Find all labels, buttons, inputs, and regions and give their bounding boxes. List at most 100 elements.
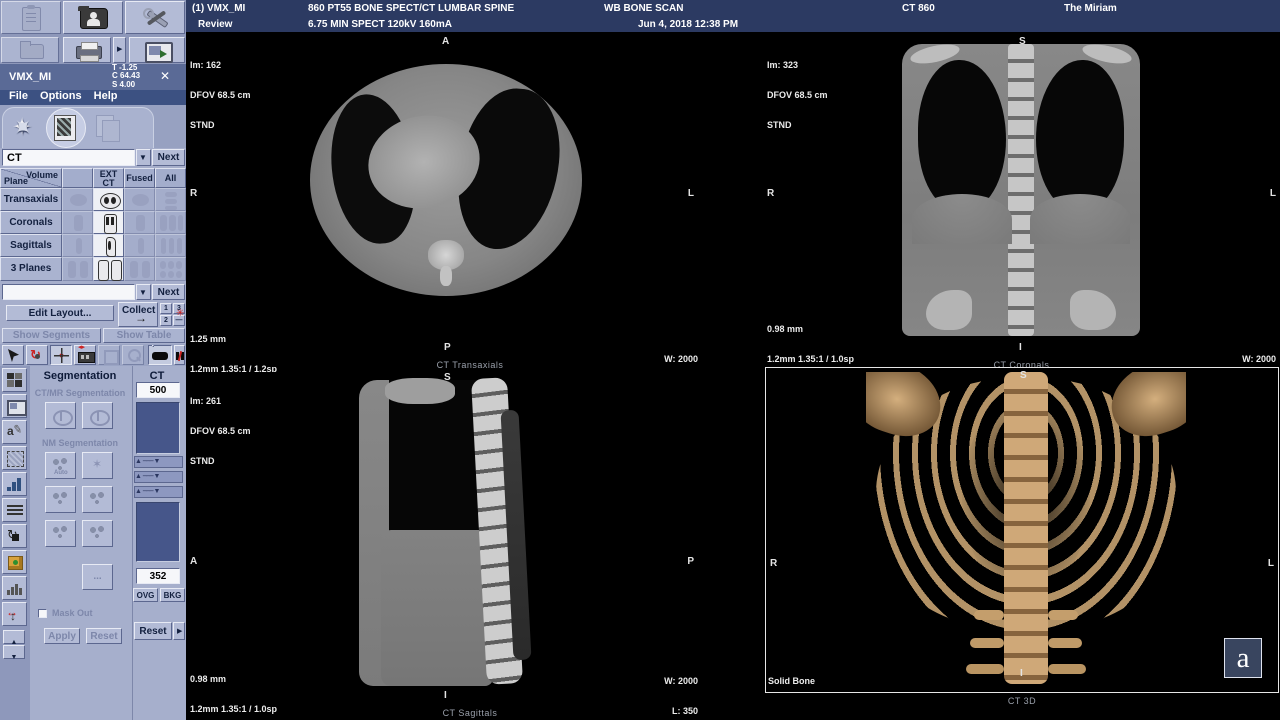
apply-button[interactable]: Apply — [44, 628, 80, 644]
collect-cell-2[interactable]: 2 — [160, 315, 172, 326]
spinner-down-icon[interactable]: ▼ — [153, 488, 160, 495]
close-icon[interactable]: ✕ — [160, 69, 170, 83]
spinner-down-icon[interactable]: ▼ — [153, 473, 160, 480]
capture-tab[interactable] — [2, 394, 27, 418]
pan-move-tab[interactable]: ↔ ↕ — [2, 602, 27, 626]
thumb-3planes-extct-selected[interactable] — [93, 257, 124, 281]
series-select-input[interactable] — [2, 149, 135, 166]
thumb-coronals-all[interactable] — [155, 211, 186, 234]
ct-lower-threshold-value[interactable]: 352 — [136, 568, 180, 584]
utilities-button[interactable] — [125, 1, 185, 34]
viewport-ct-3d[interactable]: S R L I Solid Bone a CT 3D — [765, 367, 1279, 693]
tab-copy-disabled[interactable] — [92, 113, 122, 143]
print-button[interactable] — [63, 37, 111, 63]
viewport-ct-coronals[interactable]: Im: 323 DFOV 68.5 cm STND S R L 0.98 mm … — [763, 36, 1280, 370]
cube-render-tab[interactable] — [2, 550, 27, 574]
menu-file[interactable]: File — [9, 90, 28, 102]
patient-browser-button[interactable] — [63, 1, 123, 34]
nm-seg-button-4[interactable] — [82, 486, 113, 513]
menu-help[interactable]: Help — [94, 90, 118, 102]
thumb-coronals-fused[interactable] — [124, 211, 155, 234]
thumb-sagittals-all[interactable] — [155, 234, 186, 257]
roi-tab[interactable] — [2, 446, 27, 470]
thumb-sagittals-extct-selected[interactable] — [93, 234, 124, 257]
nm-seg-button-5[interactable] — [45, 520, 76, 547]
rotate-tool-button[interactable]: ↻ — [26, 345, 48, 365]
show-table-button[interactable]: Show Table — [103, 328, 185, 343]
threshold-spinner-3[interactable]: ▲ ━━━ ▼ — [134, 486, 183, 498]
layout-dropdown-button[interactable]: ▼ — [136, 284, 151, 300]
nm-star-button[interactable]: ✶ — [82, 452, 113, 479]
worklist-button[interactable] — [1, 1, 61, 34]
coronal-thickness: 0.98 mm — [767, 324, 854, 334]
chart-tab[interactable] — [2, 576, 27, 600]
thumb-transaxials-all[interactable] — [155, 188, 186, 211]
bkg-button[interactable]: BKG — [160, 588, 185, 602]
menu-options[interactable]: Options — [40, 90, 82, 102]
nm-seg-button-6[interactable] — [82, 520, 113, 547]
thumb-transaxials-extct-selected[interactable] — [93, 188, 124, 211]
nm-auto-button[interactable]: Auto — [45, 452, 76, 479]
ct-lower-slider-track[interactable] — [136, 502, 180, 562]
tab-images-selected[interactable] — [46, 108, 86, 148]
threshold-spinner-2[interactable]: ▲ ━━━ ▼ — [134, 471, 183, 483]
viewport-ct-sagittals[interactable]: Im: 261 DFOV 68.5 cm STND S A P 0.98 mm … — [186, 372, 754, 720]
col-header-all: All — [155, 168, 186, 188]
ctmr-seg-button-1[interactable] — [45, 402, 76, 429]
spinner-up-icon[interactable]: ▲ — [135, 473, 142, 480]
display-split-button[interactable] — [174, 345, 185, 365]
thumb-sagittals-ct[interactable] — [62, 234, 93, 257]
rotate3d-tab[interactable]: ↻ — [2, 524, 27, 548]
spinner-up-icon[interactable]: ▲ — [135, 488, 142, 495]
plane-table: Volume Plane EXT CT Fused All Transaxial… — [0, 168, 186, 282]
seg-reset-button[interactable]: Reset — [86, 628, 122, 644]
list-tab[interactable] — [2, 498, 27, 522]
tab-views[interactable]: ✦ ✦ — [8, 111, 42, 145]
pan-tool-button-disabled[interactable] — [98, 345, 120, 365]
zoom-tool-button-disabled[interactable] — [122, 345, 144, 365]
more-options-button[interactable]: ... — [82, 564, 113, 590]
ovg-button[interactable]: OVG — [133, 588, 158, 602]
thumb-transaxials-ct[interactable] — [62, 188, 93, 211]
series-next-button[interactable]: Next — [152, 149, 185, 166]
scroll-up-button[interactable]: ▲ — [3, 630, 25, 644]
layout-next-button[interactable]: Next — [152, 284, 185, 300]
crosshair-tool-button[interactable] — [50, 345, 72, 365]
coronal-dfov: DFOV 68.5 cm — [767, 90, 828, 100]
spinner-up-icon[interactable]: ▲ — [135, 458, 142, 465]
thumb-coronals-extct-selected[interactable] — [93, 211, 124, 234]
screen-capture-icon — [145, 42, 173, 63]
collect-cell-1[interactable]: 1 — [160, 303, 172, 314]
viewport-ct-transaxials[interactable]: Im: 162 DFOV 68.5 cm STND A R L 1.25 mm … — [186, 36, 754, 370]
mask-out-checkbox[interactable] — [38, 609, 47, 618]
scroll-down-button[interactable]: ▼ — [3, 645, 25, 659]
threshold-spinner-1[interactable]: ▲ ━━━ ▼ — [134, 456, 183, 468]
thumb-3planes-fused[interactable] — [124, 257, 155, 281]
pointer-tool-button[interactable] — [2, 345, 24, 365]
screen-capture-button[interactable] — [129, 37, 185, 63]
thumb-3planes-ct[interactable] — [62, 257, 93, 281]
ct-upper-threshold-value[interactable]: 500 — [136, 382, 180, 398]
histogram-tab[interactable] — [2, 472, 27, 496]
nm-seg-button-3[interactable] — [45, 486, 76, 513]
thumb-coronals-ct[interactable] — [62, 211, 93, 234]
collect-button[interactable]: Collect → — [118, 302, 158, 327]
ct-reset-more-button[interactable]: ▶ — [173, 622, 185, 640]
series-dropdown-button[interactable]: ▼ — [136, 149, 151, 166]
save-screen-button[interactable] — [1, 37, 59, 63]
print-options-button[interactable]: ▶ — [113, 37, 126, 63]
ct-reset-button[interactable]: Reset — [134, 622, 172, 640]
layout-grid-tab[interactable] — [2, 368, 27, 392]
thumb-sagittals-fused[interactable] — [124, 234, 155, 257]
annotate-tab[interactable]: a ✎ — [2, 420, 27, 444]
thumb-transaxials-fused[interactable] — [124, 188, 155, 211]
spinner-down-icon[interactable]: ▼ — [153, 458, 160, 465]
ctmr-seg-button-2[interactable] — [82, 402, 113, 429]
ct-upper-slider-track[interactable] — [136, 402, 180, 454]
cine-tool-button[interactable]: ◂▸ — [74, 345, 96, 365]
layout-select-input[interactable] — [2, 284, 135, 300]
display-normal-button[interactable] — [148, 345, 172, 365]
edit-layout-button[interactable]: Edit Layout... — [6, 305, 114, 321]
thumb-3planes-all[interactable] — [155, 257, 186, 281]
show-segments-button[interactable]: Show Segments — [2, 328, 101, 343]
